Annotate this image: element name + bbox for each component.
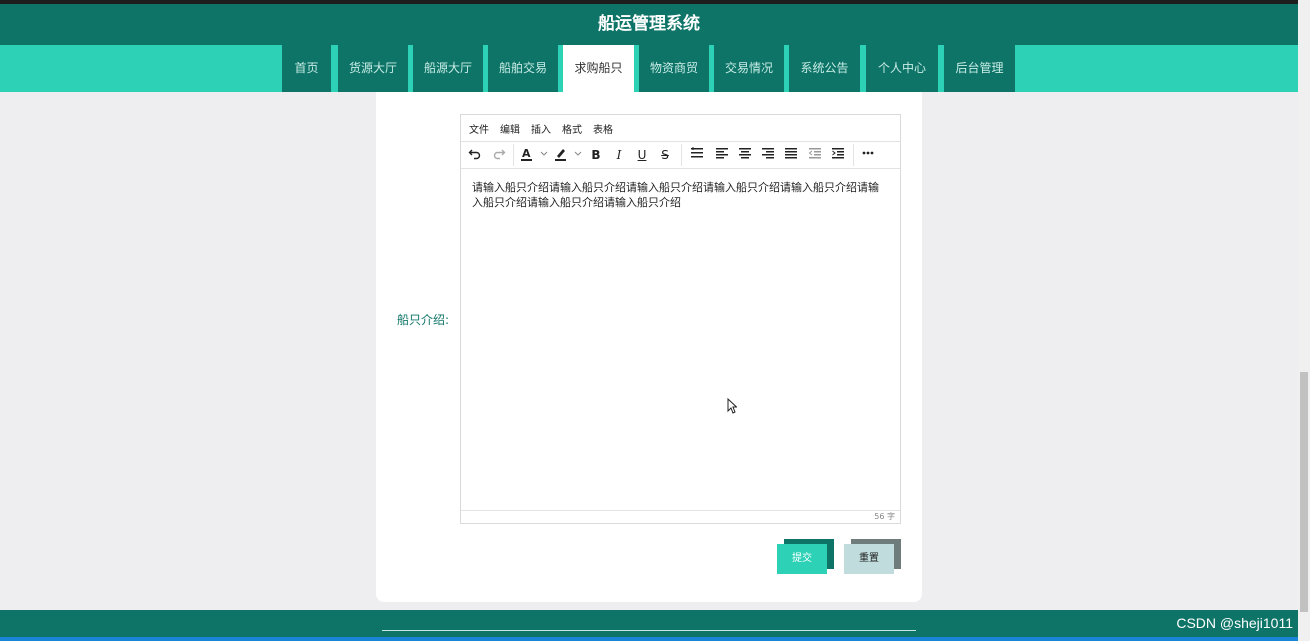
align-right-icon[interactable] [760,146,776,164]
font-color-icon[interactable]: A [520,146,550,164]
nav-item-trade-status[interactable]: 交易情况 [714,45,784,92]
undo-icon[interactable] [467,146,483,164]
menu-table[interactable]: 表格 [593,121,613,136]
taskbar-strip [0,637,1298,641]
nav-item-ship-trade[interactable]: 船舶交易 [488,45,558,92]
italic-icon[interactable]: I [611,146,627,164]
word-count: 56 字 [874,512,895,521]
nav-item-ship-purchase[interactable]: 求购船只 [563,45,634,92]
editor-statusbar: 56 字 [461,510,900,523]
scrollbar-thumb[interactable] [1300,372,1308,612]
svg-text:A: A [522,147,531,160]
editor-toolbar: A B I U S [461,142,900,169]
align-left-icon[interactable] [714,146,730,164]
app-title: 船运管理系统 [598,14,700,34]
nav-item-goods-trade[interactable]: 物资商贸 [639,45,709,92]
ship-intro-label: 船只介绍: [397,313,450,327]
rich-text-editor: 文件 编辑 插入 格式 表格 A B I U S 请输入船只介绍请输入船只介绍请… [460,114,901,524]
strikethrough-icon[interactable]: S [657,146,673,164]
app-header: 船运管理系统 [0,4,1298,45]
toolbar-divider [853,144,854,166]
main-nav: 首页 货源大厅 船源大厅 船舶交易 求购船只 物资商贸 交易情况 系统公告 个人… [0,45,1298,92]
bold-icon[interactable]: B [588,146,604,164]
nav-item-ship-hall[interactable]: 船源大厅 [413,45,483,92]
menu-format[interactable]: 格式 [562,121,582,136]
more-icon[interactable] [859,146,877,164]
toolbar-divider [681,144,682,166]
editor-content[interactable]: 请输入船只介绍请输入船只介绍请输入船只介绍请输入船只介绍请输入船只介绍请输入船只… [461,169,900,221]
menu-file[interactable]: 文件 [469,121,489,136]
mouse-cursor-icon [727,397,738,418]
nav-item-cargo-hall[interactable]: 货源大厅 [338,45,408,92]
underline-icon[interactable]: U [634,146,650,164]
align-center-icon[interactable] [737,146,753,164]
watermark: CSDN @sheji1011 [1176,615,1293,631]
page-scrollbar[interactable] [1298,0,1310,641]
nav-item-personal-center[interactable]: 个人中心 [866,45,938,92]
highlight-icon[interactable] [554,146,584,164]
menu-edit[interactable]: 编辑 [500,121,520,136]
outdent-icon[interactable] [807,146,823,164]
line-height-icon[interactable] [689,146,705,164]
footer-divider [382,630,916,631]
reset-button[interactable]: 重置 [844,544,894,574]
redo-icon[interactable] [491,146,507,164]
editor-menubar: 文件 编辑 插入 格式 表格 [461,115,900,142]
align-justify-icon[interactable] [783,146,799,164]
nav-item-admin[interactable]: 后台管理 [944,45,1015,92]
menu-insert[interactable]: 插入 [531,121,551,136]
nav-item-announcements[interactable]: 系统公告 [789,45,860,92]
toolbar-divider [513,144,514,166]
indent-icon[interactable] [830,146,846,164]
nav-item-home[interactable]: 首页 [282,45,331,92]
submit-button[interactable]: 提交 [777,544,827,574]
